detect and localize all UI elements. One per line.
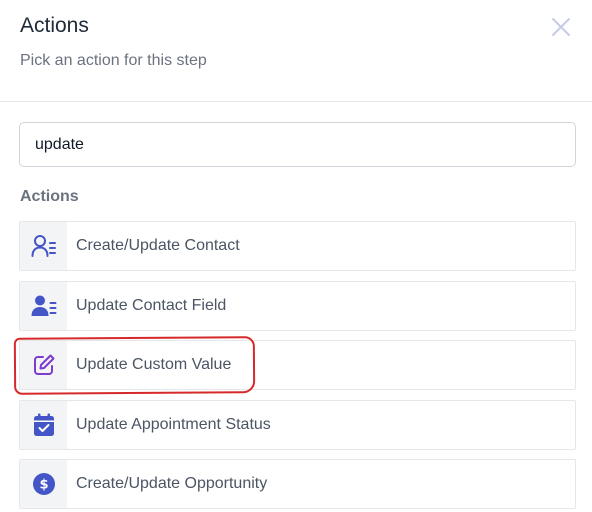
action-label: Update Appointment Status: [76, 416, 271, 433]
contact-lines-icon: [31, 235, 56, 257]
action-label: Create/Update Opportunity: [76, 475, 268, 492]
action-label: Update Custom Value: [76, 356, 232, 373]
svg-text:$: $: [39, 478, 48, 493]
section-label: Actions: [20, 188, 79, 205]
action-update-custom-value[interactable]: Update Custom Value: [19, 340, 576, 390]
contact-filled-icon: [31, 295, 56, 316]
edit-square-icon: [33, 354, 54, 375]
action-create-update-opportunity[interactable]: $ Create/Update Opportunity: [19, 459, 576, 509]
calendar-check-icon: [33, 413, 54, 436]
actions-panel: Actions Pick an action for this step Act…: [0, 0, 592, 512]
action-label: Create/Update Contact: [76, 237, 240, 254]
close-button[interactable]: [549, 15, 573, 39]
action-create-update-contact[interactable]: Create/Update Contact: [19, 221, 576, 271]
close-icon: [552, 18, 570, 36]
dollar-circle-icon: $: [32, 473, 55, 495]
action-update-contact-field[interactable]: Update Contact Field: [19, 281, 576, 331]
panel-title: Actions: [20, 14, 89, 37]
header-divider: [0, 101, 592, 102]
panel-subtitle: Pick an action for this step: [20, 52, 207, 69]
search-input[interactable]: [19, 122, 576, 167]
action-label: Update Contact Field: [76, 297, 227, 314]
action-update-appointment-status[interactable]: Update Appointment Status: [19, 400, 576, 450]
